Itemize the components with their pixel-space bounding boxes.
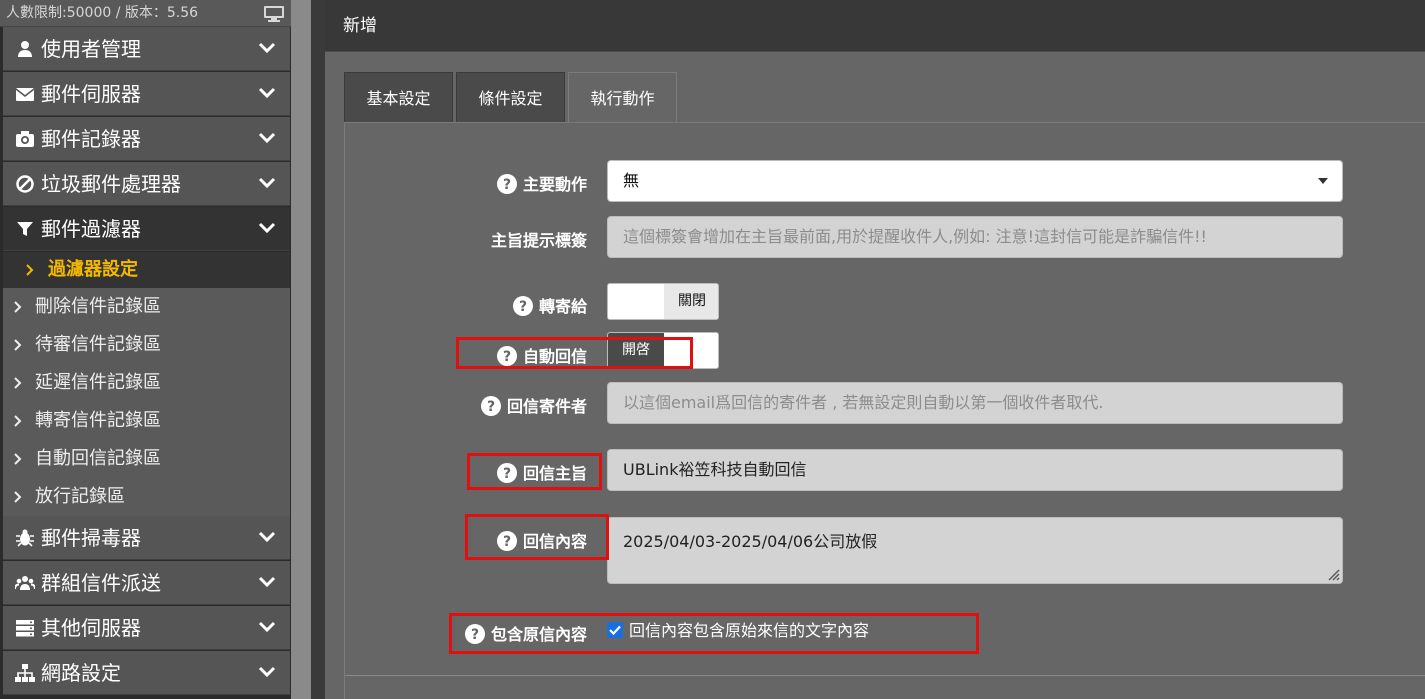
reply-content-textarea[interactable]: 2025/04/03-2025/04/06公司放假 [607,517,1343,584]
tab-basic-settings[interactable]: 基本設定 [344,72,453,122]
chevron-right-icon [14,339,22,351]
reply-subject-input[interactable]: UBLink裕笠科技自動回信 [607,449,1343,491]
menu-item-label: 垃圾郵件處理器 [41,172,181,196]
submenu-item-label: 過濾器設定 [48,259,138,280]
highlight-auto-reply [456,337,693,369]
chevron-right-icon [14,301,22,313]
license-info-text: 人數限制:50000 / 版本：5.56 [6,5,199,21]
sidebar-scrollbar[interactable] [291,0,311,699]
reply-sender-input[interactable]: 以這個email爲回信的寄件者 , 若無設定則自動以第一個收件者取代. [607,382,1343,424]
main-action-label: ? 主要動作 [445,171,587,195]
submenu-item-label: 轉寄信件記錄區 [35,410,161,431]
chevron-right-icon [14,415,22,427]
main-action-value: 無 [623,171,640,190]
sidebar: 人數限制:50000 / 版本：5.56 使用者管理 郵件伺服器 郵件記錄器 垃… [0,0,291,699]
svg-text:?: ? [487,399,495,415]
main-action-select[interactable]: 無 [607,160,1343,202]
highlight-reply-content [465,514,609,560]
forward-to-label: ? 轉寄給 [445,293,587,317]
menu-item-other-servers[interactable]: 其他伺服器 [3,606,290,650]
chevron-down-icon [258,42,276,54]
chevron-down-icon [258,87,276,99]
submenu-item-deleted-log[interactable]: 刪除信件記錄區 [3,288,290,326]
highlight-include-original [449,613,979,654]
help-icon[interactable]: ? [480,396,501,416]
menu-item-label: 郵件記錄器 [41,127,141,151]
menu-item-antivirus[interactable]: 郵件掃毒器 [3,516,290,560]
user-icon [18,41,32,57]
tab-condition-settings[interactable]: 條件設定 [456,72,565,122]
toggle-knob [608,284,664,319]
forward-to-toggle[interactable]: 關閉 [607,283,719,320]
divider [311,0,325,699]
content-border [344,122,345,699]
menu-item-label: 其他伺服器 [41,616,141,640]
subject-tag-label: 主旨提示標簽 [490,231,587,250]
highlight-reply-subject [467,453,602,490]
subject-tag-input[interactable]: 這個標簽會增加在主旨最前面,用於提醒收件人,例如: 注意!這封信可能是詐騙信件!… [607,216,1343,258]
chevron-down-icon [258,132,276,144]
svg-text:?: ? [519,299,527,315]
filter-icon [17,222,33,236]
resize-grip-icon[interactable] [1326,567,1340,581]
reply-content-value: 2025/04/03-2025/04/06公司放假 [623,532,878,551]
chevron-right-icon [26,264,34,276]
menu-item-label: 郵件掃毒器 [41,526,141,550]
tab-underline [344,122,1425,123]
menu-item-spam-processor[interactable]: 垃圾郵件處理器 [3,162,290,206]
menu-item-label: 郵件過濾器 [41,217,141,241]
menu-item-mail-server[interactable]: 郵件伺服器 [3,72,290,116]
toggle-state-text: 關閉 [664,284,718,319]
chevron-down-icon [258,222,276,234]
menu-item-label: 群組信件派送 [41,571,161,595]
menu-item-label: 使用者管理 [41,37,141,61]
submenu-item-label: 刪除信件記錄區 [35,296,161,317]
submenu-item-pending-log[interactable]: 待審信件記錄區 [3,326,290,364]
chevron-down-icon [258,666,276,678]
submenu-item-auto-reply-log[interactable]: 自動回信記錄區 [3,440,290,478]
chevron-down-icon [258,531,276,543]
bug-icon [16,529,34,547]
submenu-item-label: 放行記錄區 [35,486,125,507]
menu-item-label: 網路設定 [41,661,121,685]
submenu-item-label: 自動回信記錄區 [35,448,161,469]
submenu-item-delayed-log[interactable]: 延遲信件記錄區 [3,364,290,402]
chevron-right-icon [14,491,22,503]
ban-icon [16,175,34,193]
menu-item-label: 郵件伺服器 [41,82,141,106]
chevron-right-icon [14,453,22,465]
caret-down-icon [1318,178,1328,184]
help-icon[interactable]: ? [512,296,533,316]
monitor-icon[interactable] [263,5,285,22]
chevron-down-icon [258,177,276,189]
menu-item-group-dispatch[interactable]: 群組信件派送 [3,561,290,605]
help-icon[interactable]: ? [496,174,517,194]
submenu-item-release-log[interactable]: 放行記錄區 [3,478,290,516]
sitemap-icon [15,664,35,682]
camera-icon [16,131,34,147]
panel-title: 新增 [325,0,1425,52]
menu-item-mail-filter[interactable]: 郵件過濾器 [3,207,290,251]
tab-actions[interactable]: 執行動作 [568,72,677,123]
server-icon [16,620,34,637]
menu-item-mail-recorder[interactable]: 郵件記錄器 [3,117,290,161]
menu-item-user-management[interactable]: 使用者管理 [3,27,290,71]
submenu-item-label: 待審信件記錄區 [35,334,161,355]
submenu-item-label: 延遲信件記錄區 [35,372,161,393]
envelope-icon [15,88,35,101]
reply-sender-label: ? 回信寄件者 [425,393,587,417]
menu-item-network-settings[interactable]: 網路設定 [3,651,290,695]
submenu-item-filter-settings[interactable]: 過濾器設定 [3,252,290,288]
submenu-item-forward-log[interactable]: 轉寄信件記錄區 [3,402,290,440]
svg-text:?: ? [503,177,511,193]
section-divider [345,675,1425,676]
chevron-down-icon [258,576,276,588]
license-info: 人數限制:50000 / 版本：5.56 [0,0,291,27]
users-icon [15,576,35,590]
chevron-down-icon [258,621,276,633]
chevron-right-icon [14,377,22,389]
